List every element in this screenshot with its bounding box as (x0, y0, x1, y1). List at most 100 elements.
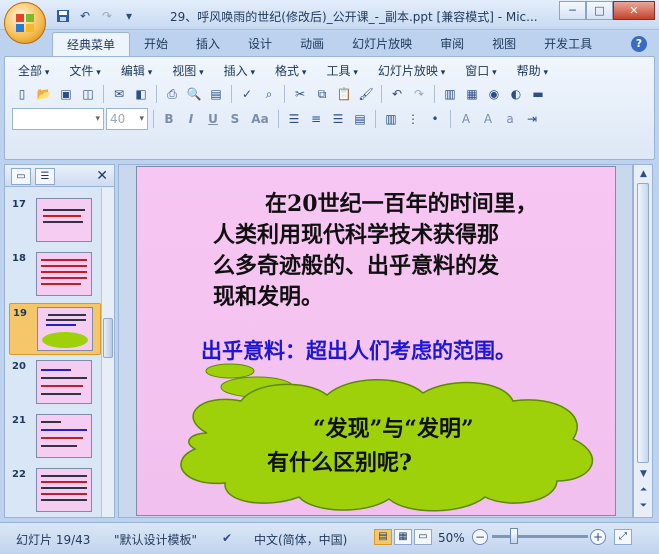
permission-icon[interactable]: ◫ (78, 84, 98, 104)
next-slide-icon[interactable]: ⏷ (636, 499, 651, 513)
table-icon[interactable]: ▦ (462, 84, 482, 104)
increase-font-icon[interactable]: A (478, 109, 498, 129)
tab-design[interactable]: 设计 (234, 32, 286, 56)
menu-file[interactable]: 文件 (59, 62, 110, 80)
slides-pane-scrollbar[interactable] (101, 188, 114, 517)
main-line-1: 在20世纪一百年的时间里， (265, 191, 538, 217)
scroll-down-icon[interactable]: ▼ (636, 467, 651, 481)
italic-button[interactable]: I (181, 109, 201, 129)
menu-window[interactable]: 窗口 (455, 62, 506, 80)
menu-edit[interactable]: 编辑 (111, 62, 162, 80)
tab-slideshow[interactable]: 幻灯片放映 (338, 32, 426, 56)
align-right-icon[interactable]: ☰ (328, 109, 348, 129)
slideshow-view-icon[interactable]: ▭ (414, 529, 432, 545)
office-button[interactable] (4, 2, 46, 44)
insert-picture-icon[interactable]: ◉ (484, 84, 504, 104)
tab-home[interactable]: 开始 (130, 32, 182, 56)
save-icon[interactable]: ▣ (56, 84, 76, 104)
zoom-level[interactable]: 50% (438, 531, 465, 545)
print-preview-icon[interactable]: 🔍 (184, 84, 204, 104)
slides-tab-icon[interactable]: ▭ (11, 168, 31, 185)
align-center-icon[interactable]: ≡ (306, 109, 326, 129)
menu-all[interactable]: 全部 (8, 62, 59, 80)
save-icon[interactable] (54, 7, 72, 25)
menu-help[interactable]: 帮助 (507, 62, 558, 80)
scroll-up-icon[interactable]: ▲ (636, 167, 651, 181)
menu-insert[interactable]: 插入 (214, 62, 265, 80)
bold-button[interactable]: B (159, 109, 179, 129)
close-button[interactable]: ✕ (613, 1, 655, 20)
cloud-text-line-1: “发现”与“发明” (313, 416, 474, 442)
undo-icon[interactable]: ↶ (76, 7, 94, 25)
slide-thumbnail[interactable]: 18 (9, 249, 101, 301)
outline-tab-icon[interactable]: ☰ (35, 168, 55, 185)
slide-thumbnail[interactable]: 22 (9, 465, 101, 517)
menu-view[interactable]: 视图 (162, 62, 213, 80)
menu-slideshow[interactable]: 幻灯片放映 (368, 62, 455, 80)
slide-main-text[interactable]: 在20世纪一百年的时间里， 人类利用现代科学技术获得那 么多奇迹般的、出乎意料的… (213, 189, 609, 313)
normal-view-icon[interactable]: ▤ (374, 529, 392, 545)
columns-icon[interactable]: ▥ (381, 109, 401, 129)
slide-thumbnail[interactable]: 17 (9, 195, 101, 247)
format-painter-icon[interactable]: 🖌 (356, 84, 376, 104)
align-left-icon[interactable]: ☰ (284, 109, 304, 129)
help-icon[interactable]: ? (631, 36, 647, 52)
menu-tools[interactable]: 工具 (316, 62, 367, 80)
scrollbar-thumb[interactable] (637, 183, 649, 463)
tab-classic-menu[interactable]: 经典菜单 (52, 32, 131, 56)
email-icon[interactable]: ✉ (109, 84, 129, 104)
font-combo[interactable]: ▾ (12, 108, 104, 130)
zoom-slider[interactable] (492, 535, 588, 538)
slide-thumbnail[interactable]: 21 (9, 411, 101, 463)
cut-icon[interactable]: ✂ (290, 84, 310, 104)
slide-thumbnail[interactable]: 20 (9, 357, 101, 409)
zoom-out-button[interactable]: − (472, 529, 488, 545)
strikethrough-button[interactable]: S (225, 109, 245, 129)
zoom-in-button[interactable]: + (590, 529, 606, 545)
editor-vertical-scrollbar[interactable]: ▲ ▼ ⏶ ⏷ (633, 164, 653, 518)
pdf-icon[interactable]: ◧ (131, 84, 151, 104)
tab-developer[interactable]: 开发工具 (530, 32, 606, 56)
qat-more-icon[interactable]: ▾ (120, 7, 138, 25)
close-icon[interactable]: ✕ (96, 168, 108, 184)
tab-review[interactable]: 审阅 (426, 32, 478, 56)
tab-view[interactable]: 视图 (478, 32, 530, 56)
grayscale-icon[interactable]: ◐ (506, 84, 526, 104)
change-case-button[interactable]: Aa (247, 109, 273, 129)
tab-animation[interactable]: 动画 (286, 32, 338, 56)
menu-format[interactable]: 格式 (265, 62, 316, 80)
decrease-font-icon[interactable]: a (500, 109, 520, 129)
scrollbar-thumb[interactable] (103, 318, 113, 358)
tab-insert[interactable]: 插入 (182, 32, 234, 56)
font-size-combo[interactable]: 40 ▾ (106, 108, 148, 130)
research-icon[interactable]: ⌕ (259, 84, 279, 104)
underline-button[interactable]: U (203, 109, 223, 129)
slide-canvas[interactable]: 在20世纪一百年的时间里， 人类利用现代科学技术获得那 么多奇迹般的、出乎意料的… (136, 166, 616, 516)
justify-icon[interactable]: ▤ (350, 109, 370, 129)
numbering-icon[interactable]: ⋮ (403, 109, 423, 129)
redo-icon[interactable]: ↷ (98, 7, 116, 25)
new-icon[interactable]: ▯ (12, 84, 32, 104)
maximize-button[interactable]: □ (586, 1, 613, 20)
bullets-icon[interactable]: • (425, 109, 445, 129)
open-icon[interactable]: 📂 (34, 84, 54, 104)
slide-thumbnail-selected[interactable]: 19 (9, 303, 101, 355)
minimize-button[interactable]: ─ (559, 1, 586, 20)
chart-icon[interactable]: ▥ (440, 84, 460, 104)
font-color-icon[interactable]: A (456, 109, 476, 129)
page-setup-icon[interactable]: ▤ (206, 84, 226, 104)
color-icon[interactable]: ▬ (528, 84, 548, 104)
copy-icon[interactable]: ⧉ (312, 84, 332, 104)
previous-slide-icon[interactable]: ⏶ (636, 483, 651, 497)
spelling-icon[interactable]: ✓ (237, 84, 257, 104)
spelling-check-icon[interactable]: ✔ (222, 531, 232, 545)
paste-icon[interactable]: 📋 (334, 84, 354, 104)
indent-icon[interactable]: ⇥ (522, 109, 542, 129)
fit-to-window-icon[interactable]: ⤢ (614, 529, 632, 545)
language-indicator[interactable]: 中文(简体，中国) (254, 531, 347, 548)
redo-icon[interactable]: ↷ (409, 84, 429, 104)
undo-icon[interactable]: ↶ (387, 84, 407, 104)
zoom-slider-handle[interactable] (510, 528, 518, 544)
print-icon[interactable]: ⎙ (162, 84, 182, 104)
slide-sorter-icon[interactable]: ▦ (394, 529, 412, 545)
